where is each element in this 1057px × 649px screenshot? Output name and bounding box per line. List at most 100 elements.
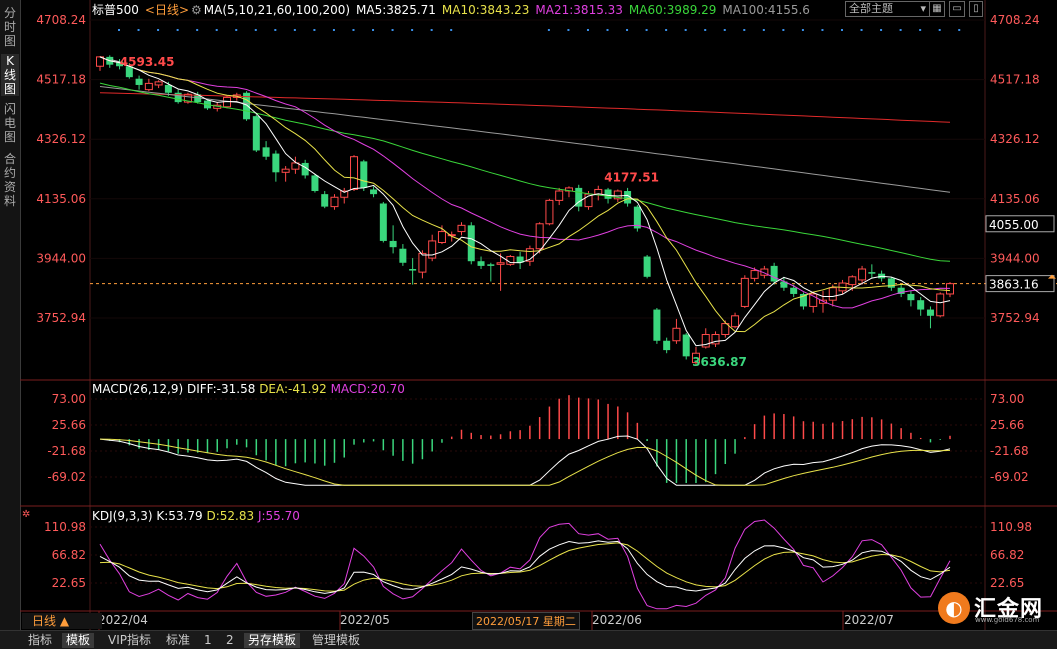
kdj-tick-left: 110.98: [44, 520, 86, 534]
theme-dropdown[interactable]: 全部主题 ▾: [845, 1, 930, 17]
event-marker-dot: [196, 29, 199, 31]
tab-indicator[interactable]: 指标: [24, 633, 56, 648]
event-marker-dot: [450, 29, 453, 31]
event-marker-dot: [938, 29, 941, 31]
tab-1[interactable]: 1: [200, 633, 216, 648]
candle-body-down: [389, 240, 397, 248]
event-marker-dot: [860, 29, 863, 31]
candle-body-down: [790, 287, 798, 294]
candle-body-down: [868, 272, 876, 274]
candle-body-down: [409, 269, 417, 271]
ma5-value: MA5:3825.71: [356, 3, 436, 17]
split-icon[interactable]: ▯: [969, 1, 983, 17]
candle-body-up: [848, 276, 857, 286]
event-marker-dot: [157, 29, 160, 31]
price-tick-right: 4708.24: [990, 13, 1040, 27]
tab-2[interactable]: 2: [222, 633, 238, 648]
event-marker-dot: [899, 29, 902, 31]
price-tick-right: 3752.94: [990, 311, 1040, 325]
candle-body-up: [731, 315, 740, 328]
candle-body-down: [360, 161, 368, 188]
tab-template[interactable]: 模板: [62, 633, 95, 648]
macd-header: MACD(26,12,9) DIFF:-31.58 DEA:-41.92 MAC…: [92, 382, 405, 396]
event-marker-dot: [235, 29, 238, 31]
candle-body-down: [311, 175, 319, 192]
grid-icon[interactable]: ▦: [929, 1, 945, 17]
price-tick-left: 4135.06: [36, 192, 86, 206]
price-tick-right: 4326.12: [990, 132, 1040, 146]
macd-tick-left: 25.66: [52, 418, 86, 432]
candle-body-up: [154, 81, 163, 86]
candle-body-down: [252, 116, 260, 151]
event-marker-dot: [840, 29, 843, 31]
ma10-value: MA10:3843.23: [441, 3, 530, 17]
macd-tick-left: -21.68: [47, 444, 86, 458]
ma-params: MA(5,10,21,60,100,200): [203, 3, 351, 17]
candle-body-up: [535, 223, 544, 250]
gear-icon[interactable]: ⚙: [191, 3, 202, 17]
candle-body-up: [350, 156, 359, 190]
candle-body-up: [437, 231, 446, 243]
event-marker-dot: [606, 29, 609, 31]
candle-body-up: [545, 199, 554, 225]
candle-body-up: [428, 240, 437, 259]
period-tag[interactable]: <日线>: [145, 3, 189, 17]
cursor-price-text: 4055.00: [989, 218, 1039, 232]
site-logo: ◐ 汇金网 www.gold678.com: [938, 588, 1054, 628]
candle-body-up: [496, 262, 505, 265]
kdj-k: K:53.79: [156, 509, 203, 523]
window-icon[interactable]: ▭: [949, 1, 965, 17]
ma21-value: MA21:3815.33: [535, 3, 623, 17]
event-marker-dot: [762, 29, 765, 31]
event-marker-dot: [626, 29, 629, 31]
price-tick-left: 3752.94: [36, 311, 86, 325]
ma60-value: MA60:3989.29: [628, 3, 717, 17]
candle-body-down: [926, 309, 934, 316]
price-tick-left: 4517.18: [36, 73, 86, 87]
candle-body-down: [477, 261, 485, 266]
last-price-text: 3863.16: [989, 278, 1039, 292]
date-label-apr: 2022/04: [98, 613, 148, 627]
event-marker-dot: [880, 29, 883, 31]
candle-body-up: [555, 190, 564, 201]
logo-icon: ◐: [938, 592, 970, 624]
candle-body-down: [907, 293, 915, 301]
event-marker-dot: [801, 29, 804, 31]
kdj-tick-right: 110.98: [990, 520, 1032, 534]
event-marker-dot: [176, 29, 179, 31]
macd-tick-left: -69.02: [47, 470, 86, 484]
chevron-down-icon: ▾: [920, 2, 926, 15]
candle-body-down: [379, 203, 387, 241]
high-price-label: 4593.45: [120, 55, 175, 69]
candle-body-up: [418, 252, 427, 273]
candle-body-up: [740, 277, 749, 307]
event-marker-dot: [645, 29, 648, 31]
tab-vip-indicator[interactable]: VIP指标: [104, 633, 155, 648]
event-marker-dot: [293, 29, 296, 31]
macd-title: MACD(26,12,9): [92, 382, 184, 396]
candle-body-down: [262, 147, 270, 157]
event-marker-dot: [821, 29, 824, 31]
candle-body-down: [272, 153, 280, 173]
tab-standard[interactable]: 标准: [162, 633, 194, 648]
event-marker-dot: [704, 29, 707, 31]
candle-body-down: [174, 92, 182, 103]
kdj-panel: [99, 519, 951, 610]
event-marker-dot: [430, 29, 433, 31]
event-marker-dot: [352, 29, 355, 31]
low-price-label: 3636.87: [692, 355, 747, 369]
event-marker-dot: [743, 29, 746, 31]
tab-save-template[interactable]: 另存模板: [244, 633, 301, 648]
event-marker-dot: [332, 29, 335, 31]
logo-url: www.gold678.com: [975, 616, 1040, 624]
period-selector[interactable]: 日线 ▲: [22, 613, 102, 629]
bottom-tab-bar: 指标 模板 VIP指标 标准 1 2 另存模板 管理模板: [0, 630, 1057, 649]
cursor-date-label: 2022/05/17 星期二: [472, 612, 580, 630]
event-marker-dot: [665, 29, 668, 31]
kdj-marker-icon: ✲: [22, 509, 30, 520]
candle-body-down: [164, 84, 172, 93]
tab-manage-template[interactable]: 管理模板: [308, 633, 364, 648]
price-tick-right: 3944.00: [990, 251, 1040, 265]
date-label-jun: 2022/06: [592, 613, 642, 627]
date-label-may: 2022/05: [340, 613, 390, 627]
